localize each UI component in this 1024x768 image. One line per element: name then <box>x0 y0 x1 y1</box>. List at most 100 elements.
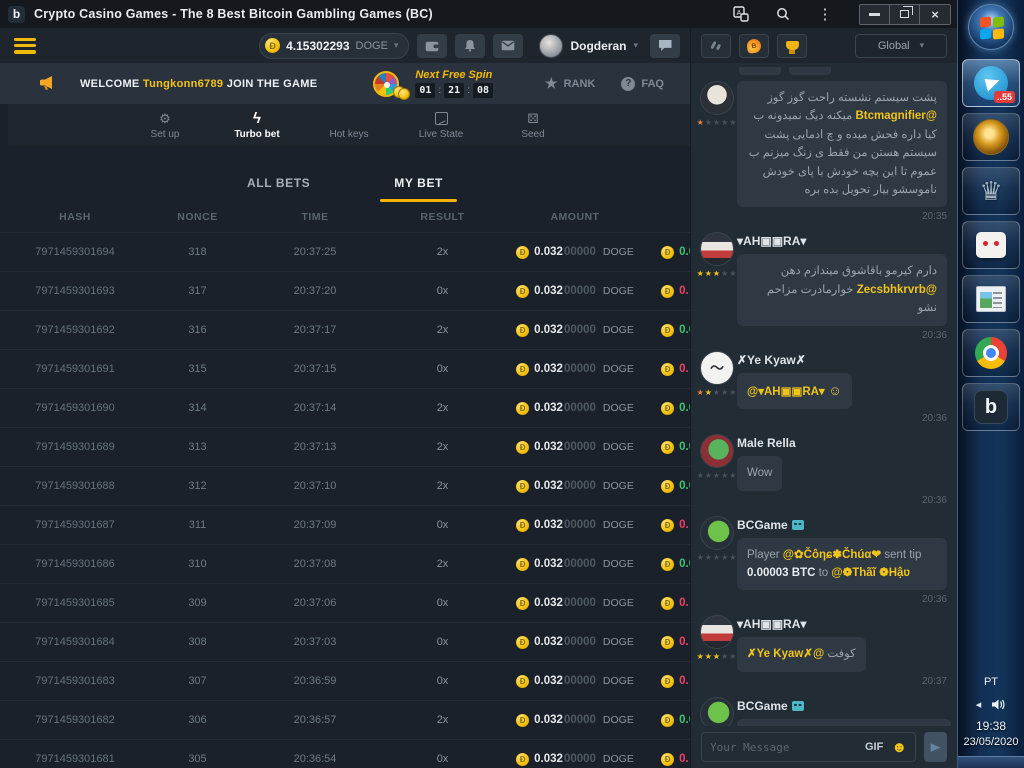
message-avatar-column: ★★★★★ <box>697 351 737 425</box>
table-row[interactable]: 797145930168731120:37:090xĐ0.03200000DOG… <box>0 505 690 544</box>
rank-button[interactable]: ★ RANK <box>545 75 595 92</box>
top-nav: Đ 4.15302293 DOGE ▾ <box>0 28 690 63</box>
setting-turbo-bet[interactable]: ϟ Turbo bet <box>228 111 286 140</box>
translate-icon[interactable]: A <box>727 4 755 24</box>
taskbar-item-bcgame[interactable]: b <box>962 383 1020 431</box>
restore-icon <box>900 10 909 18</box>
speaker-icon[interactable] <box>991 698 1006 711</box>
notifications-button[interactable] <box>455 34 485 58</box>
chat-toggle-button[interactable] <box>650 34 680 58</box>
setting-seed[interactable]: ⚄ Seed <box>504 111 562 140</box>
nonce-cell: 317 <box>150 285 245 297</box>
message-username[interactable]: BCGame <box>737 699 804 713</box>
doge-coin-icon: Đ <box>516 675 529 688</box>
table-row[interactable]: 797145930168430820:37:030xĐ0.03200000DOG… <box>0 622 690 661</box>
avatar[interactable] <box>700 434 734 468</box>
setting-live-state[interactable]: Live State <box>412 111 470 140</box>
chat-channel-dropdown[interactable]: Global ▾ <box>855 34 947 58</box>
show-desktop-button[interactable] <box>958 756 1024 768</box>
result-cell: 2x <box>385 246 500 258</box>
tab-my-bet[interactable]: MY BET <box>380 176 457 202</box>
language-indicator[interactable]: PT <box>984 676 998 688</box>
table-row[interactable]: 797145930168330720:36:590xĐ0.03200000DOG… <box>0 661 690 700</box>
gif-button[interactable]: GIF <box>865 741 883 753</box>
taskbar-date[interactable]: 23/05/2020 <box>963 736 1018 748</box>
contest-button[interactable] <box>777 34 807 58</box>
user-menu[interactable]: Dogderan ▾ <box>539 34 638 58</box>
timer-minutes: 21 <box>444 83 464 98</box>
message-username[interactable]: BCGame <box>737 518 804 532</box>
tab-all-bets[interactable]: ALL BETS <box>233 176 324 202</box>
avatar[interactable] <box>700 697 734 726</box>
taskbar-item-telegram[interactable]: ..55 <box>962 59 1020 107</box>
message-username[interactable]: ▾AH▣▣RA▾ <box>737 617 806 631</box>
setting-hot-keys[interactable]: Hot keys <box>320 111 378 140</box>
table-body: 797145930169431820:37:252xĐ0.03200000DOG… <box>0 232 690 768</box>
balance-dropdown[interactable]: Đ 4.15302293 DOGE ▾ <box>259 33 409 59</box>
table-row[interactable]: 797145930168230620:36:572xĐ0.03200000DOG… <box>0 700 690 739</box>
table-row[interactable]: 797145930169031420:37:142xĐ0.03200000DOG… <box>0 388 690 427</box>
avatar[interactable] <box>700 516 734 550</box>
chat-panel: B Global ▾ ★★★★★پشت سیستم نشسته راحت گوز… <box>690 28 957 768</box>
user-mention[interactable]: @✗Ye Kyaw✗ <box>747 648 824 660</box>
avatar[interactable] <box>700 81 734 115</box>
faq-button[interactable]: ? FAQ <box>621 77 664 91</box>
hidden-icons-arrow[interactable]: ◂ <box>976 698 982 711</box>
user-mention[interactable]: @❁Thãĩ ❁Hậʋ <box>831 567 910 579</box>
message-username[interactable]: Male Rella <box>737 436 796 450</box>
wallet-button[interactable] <box>417 34 447 58</box>
taskbar-item-dice-app[interactable] <box>962 221 1020 269</box>
restore-button[interactable] <box>890 5 920 24</box>
user-mention[interactable]: @Zecsbhkrvrb <box>857 284 937 296</box>
message-bubble: Player @✿Čôηɕ✽Čhúα❤ sent tip 0.00003 BTC… <box>737 538 947 591</box>
minimize-button[interactable] <box>860 5 890 24</box>
star-icon: ★ <box>697 269 705 278</box>
start-button[interactable] <box>968 4 1014 50</box>
amount-value: 0.032 <box>534 753 563 765</box>
emoji-button[interactable]: ☻ <box>891 740 907 755</box>
amount-value: 0.032 <box>534 558 563 570</box>
message-username[interactable]: ✗Ye Kyaw✗ <box>737 353 806 367</box>
fireball-button[interactable]: B <box>739 34 769 58</box>
menu-dots-icon[interactable]: ⋮ <box>811 4 839 24</box>
table-row[interactable]: 797145930169431820:37:252xĐ0.03200000DOG… <box>0 232 690 271</box>
taskbar-item-window-app[interactable] <box>962 275 1020 323</box>
result-cell: 0x <box>385 675 500 687</box>
close-button[interactable]: × <box>920 5 950 24</box>
result-cell: 0x <box>385 597 500 609</box>
table-row[interactable]: 797145930168831220:37:102xĐ0.03200000DOG… <box>0 466 690 505</box>
taskbar-item-crown-app[interactable]: ♛ <box>962 167 1020 215</box>
send-button[interactable]: ▶ <box>924 732 947 762</box>
doge-coin-icon: Đ <box>661 246 674 259</box>
window-controls: × <box>859 4 951 25</box>
table-row[interactable]: 797145930168631020:37:082xĐ0.03200000DOG… <box>0 544 690 583</box>
message-avatar-column: ★★★★★ <box>697 697 737 726</box>
search-icon[interactable] <box>769 4 797 24</box>
avatar[interactable] <box>700 351 734 385</box>
taskbar-clock[interactable]: 19:38 <box>976 719 1006 733</box>
messages-button[interactable] <box>493 34 523 58</box>
table-row[interactable]: 797145930168130520:36:540xĐ0.03200000DOG… <box>0 739 690 768</box>
avatar[interactable] <box>700 615 734 649</box>
rain-button[interactable] <box>701 34 731 58</box>
doge-coin-icon: Đ <box>516 636 529 649</box>
table-row[interactable]: 797145930168530920:37:060xĐ0.03200000DOG… <box>0 583 690 622</box>
user-mention[interactable]: @▾AH▣▣RA▾ <box>747 386 825 398</box>
question-icon: ? <box>621 77 635 91</box>
taskbar-item-chrome[interactable] <box>962 329 1020 377</box>
screen: b Crypto Casino Games - The 8 Best Bitco… <box>0 0 1024 768</box>
taskbar-item-game[interactable] <box>962 113 1020 161</box>
hamburger-menu-icon[interactable] <box>14 38 36 54</box>
avatar[interactable] <box>700 232 734 266</box>
user-mention[interactable]: @Btcmagnifier <box>855 110 937 122</box>
message-input[interactable] <box>710 741 857 754</box>
table-row[interactable]: 797145930169331720:37:200xĐ0.03200000DOG… <box>0 271 690 310</box>
user-mention[interactable]: @✿Čôηɕ✽Čhúα❤ <box>783 549 881 561</box>
star-icon: ★ <box>705 269 713 278</box>
message-username[interactable]: ▾AH▣▣RA▾ <box>737 234 806 248</box>
free-spin-widget[interactable]: Next Free Spin 01: 21: 08 <box>373 69 493 98</box>
table-row[interactable]: 797145930169131520:37:150xĐ0.03200000DOG… <box>0 349 690 388</box>
table-row[interactable]: 797145930169231620:37:172xĐ0.03200000DOG… <box>0 310 690 349</box>
setting-set-up[interactable]: ⚙ Set up <box>136 111 194 140</box>
table-row[interactable]: 797145930168931320:37:132xĐ0.03200000DOG… <box>0 427 690 466</box>
